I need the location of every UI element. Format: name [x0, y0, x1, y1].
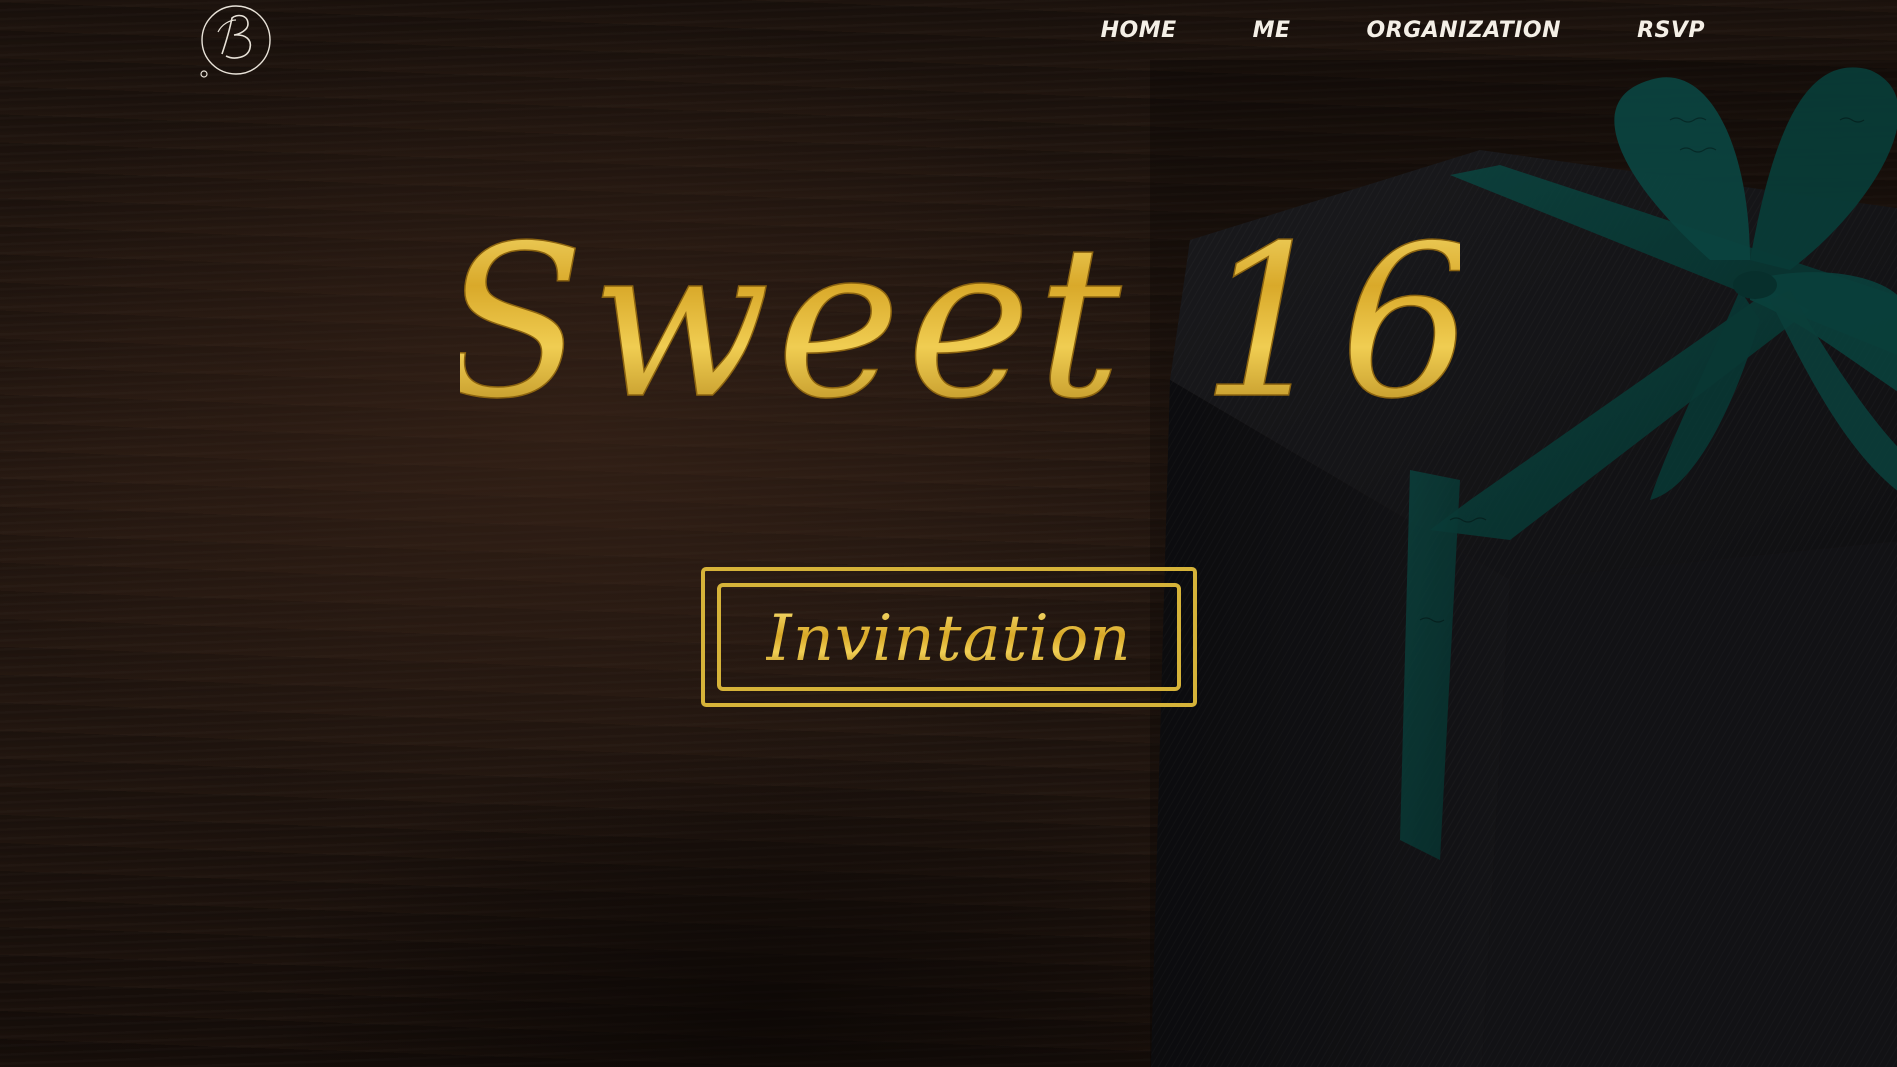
nav-me-link[interactable]: ME	[1253, 18, 1291, 43]
main-nav: HOME ME ORGANIZATION RSVP	[1101, 18, 1705, 43]
invitation-button-inner-frame: Invintation	[717, 583, 1181, 691]
brand-logo[interactable]: B	[196, 2, 276, 80]
nav-home-link[interactable]: HOME	[1101, 18, 1177, 43]
hero-title: Sweet 16	[460, 199, 1460, 446]
logo-letter: B	[235, 51, 237, 53]
invitation-button[interactable]: Invintation	[701, 567, 1197, 707]
invitation-button-label: Invintation	[766, 602, 1132, 676]
nav-rsvp-link[interactable]: RSVP	[1637, 18, 1705, 43]
nav-organization-link[interactable]: ORGANIZATION	[1367, 18, 1562, 43]
hero-title-text: Sweet 16	[460, 200, 1460, 445]
page: B HOME ME ORGANIZATION RSVP Sweet 16 Inv…	[0, 0, 1897, 1067]
